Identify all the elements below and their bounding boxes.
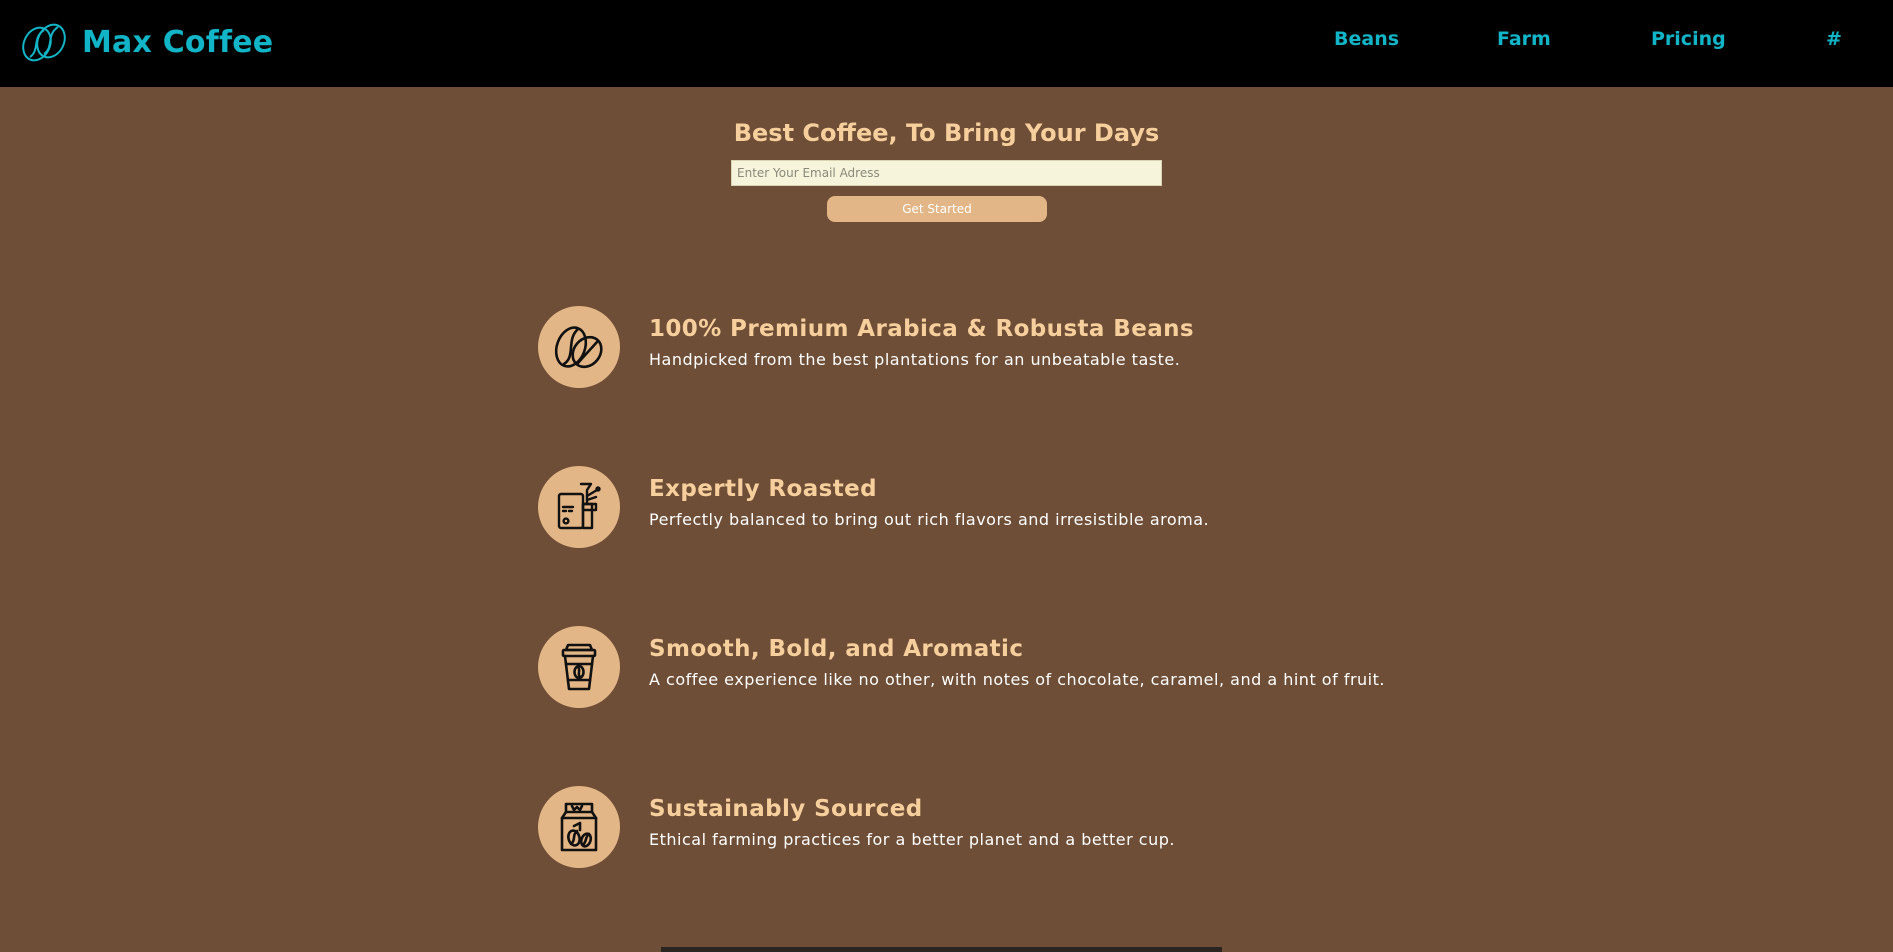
coffee-cup-icon bbox=[561, 643, 597, 691]
brand[interactable]: Max Coffee bbox=[20, 20, 273, 64]
navbar: Max Coffee Beans Farm Pricing # bbox=[0, 0, 1893, 87]
next-section-edge bbox=[661, 947, 1222, 952]
feature-item: Smooth, Bold, and Aromatic A coffee expe… bbox=[538, 626, 1438, 710]
brand-name: Max Coffee bbox=[82, 24, 274, 60]
feature-description: Handpicked from the best plantations for… bbox=[649, 350, 1181, 369]
get-started-button[interactable]: Get Started bbox=[827, 196, 1047, 222]
roasting-machine-icon bbox=[557, 482, 601, 530]
feature-icon-circle bbox=[538, 466, 620, 548]
email-input[interactable] bbox=[731, 160, 1162, 186]
feature-icon-circle bbox=[538, 626, 620, 708]
feature-title: Sustainably Sourced bbox=[649, 796, 923, 822]
coffee-bean-icon bbox=[554, 326, 603, 369]
feature-description: Ethical farming practices for a better p… bbox=[649, 830, 1175, 849]
feature-icon-circle bbox=[538, 306, 620, 388]
coffee-bag-icon bbox=[560, 802, 598, 852]
nav-link-farm[interactable]: Farm bbox=[1497, 28, 1551, 50]
nav-link-pricing[interactable]: Pricing bbox=[1651, 28, 1726, 50]
feature-item: Sustainably Sourced Ethical farming prac… bbox=[538, 786, 1438, 870]
nav-link-hash[interactable]: # bbox=[1826, 28, 1842, 50]
feature-title: Expertly Roasted bbox=[649, 476, 878, 502]
feature-item: Expertly Roasted Perfectly balanced to b… bbox=[538, 466, 1438, 550]
feature-title: 100% Premium Arabica & Robusta Beans bbox=[649, 316, 1194, 342]
feature-item: 100% Premium Arabica & Robusta Beans Han… bbox=[538, 306, 1438, 390]
feature-description: A coffee experience like no other, with … bbox=[649, 670, 1385, 689]
feature-title: Smooth, Bold, and Aromatic bbox=[649, 636, 1024, 662]
hero-title: Best Coffee, To Bring Your Days bbox=[733, 119, 1160, 147]
feature-description: Perfectly balanced to bring out rich fla… bbox=[649, 510, 1210, 529]
feature-icon-circle bbox=[538, 786, 620, 868]
coffee-beans-outline-icon bbox=[22, 23, 66, 62]
nav-link-beans[interactable]: Beans bbox=[1334, 28, 1399, 50]
